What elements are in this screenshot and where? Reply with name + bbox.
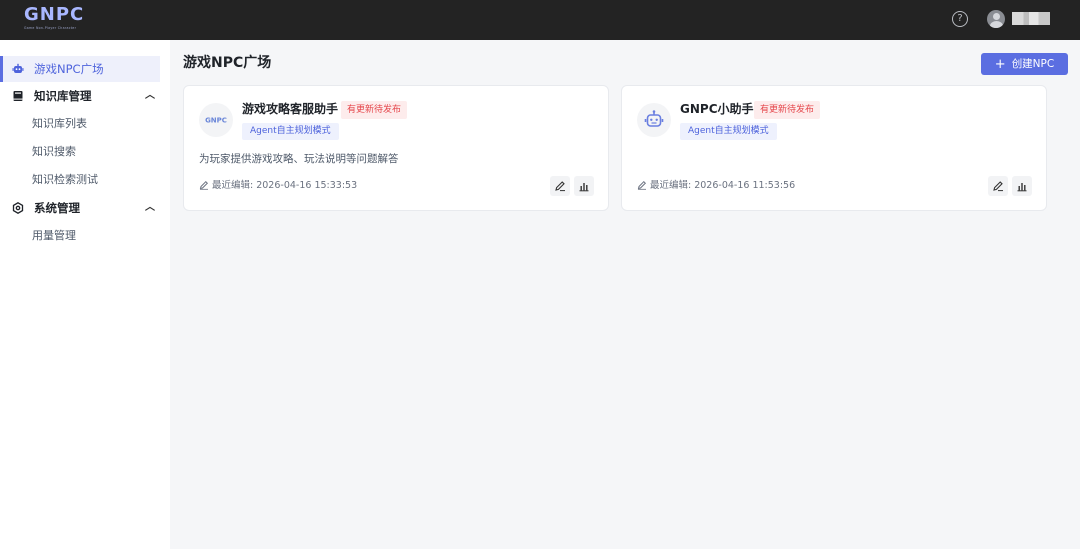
stats-button[interactable]: [574, 176, 594, 196]
sidebar: 游戏NPC广场 知识库管理 ︿ 知识库列表 知识搜索 知识检索测试 系统管理 ︿…: [0, 40, 170, 549]
sidebar-subitem-kb-retrieval-test[interactable]: 知识检索测试: [32, 170, 98, 190]
create-npc-label: 创建NPC: [1011, 58, 1055, 70]
chevron-up-icon[interactable]: ︿: [145, 85, 155, 107]
npc-name[interactable]: 游戏攻略客服助手: [242, 101, 338, 117]
edit-button[interactable]: [550, 176, 570, 196]
stats-button[interactable]: [1012, 176, 1032, 196]
svg-text:GNPC: GNPC: [205, 117, 227, 125]
bar-chart-icon: [1017, 183, 1027, 192]
edit-icon: [555, 181, 565, 192]
sidebar-subitem-usage-management[interactable]: 用量管理: [32, 226, 76, 246]
edit-icon: [993, 181, 1003, 192]
edit-pencil-icon: [199, 180, 209, 190]
sidebar-item-knowledge-base[interactable]: 知识库管理 ︿: [0, 85, 170, 107]
edit-pencil-icon: [637, 180, 647, 190]
page-title: 游戏NPC广场: [183, 55, 272, 71]
mode-badge: Agent自主规划模式: [242, 123, 339, 140]
npc-description: 为玩家提供游戏攻略、玩法说明等问题解答: [199, 153, 399, 165]
robot-avatar-icon: [644, 110, 664, 127]
chevron-up-icon[interactable]: ︿: [145, 197, 155, 219]
top-bar: GNPC Game Non-Player Character ?: [0, 0, 1080, 40]
bar-chart-icon: [579, 183, 589, 192]
npc-card[interactable]: GNPC小助手 有更新待发布 Agent自主规划模式 最近编辑: 2026-04…: [621, 85, 1047, 211]
npc-avatar-robot: [637, 103, 671, 137]
sidebar-item-label: 系统管理: [34, 201, 80, 215]
username-redacted[interactable]: [1012, 12, 1050, 25]
edit-button[interactable]: [988, 176, 1008, 196]
status-badge: 有更新待发布: [341, 101, 408, 119]
create-npc-button[interactable]: + 创建NPC: [981, 53, 1068, 75]
book-icon: [13, 91, 23, 101]
npc-name[interactable]: GNPC小助手: [680, 101, 754, 117]
settings-icon: [12, 202, 24, 214]
sidebar-item-system-management[interactable]: 系统管理 ︿: [0, 197, 170, 219]
gnpc-logo[interactable]: GNPC Game Non-Player Character: [24, 5, 100, 31]
npc-card[interactable]: GNPC 游戏攻略客服助手 有更新待发布 Agent自主规划模式 为玩家提供游戏…: [183, 85, 609, 211]
last-edited-text: 最近编辑: 2026-04-16 15:33:53: [212, 180, 358, 191]
status-badge: 有更新待发布: [754, 101, 821, 119]
last-edited-text: 最近编辑: 2026-04-16 11:53:56: [650, 180, 796, 191]
logo-text: GNPC: [24, 4, 85, 25]
sidebar-subitem-kb-search[interactable]: 知识搜索: [32, 142, 76, 162]
logo-subtext: Game Non-Player Character: [24, 26, 77, 30]
sidebar-item-label: 游戏NPC广场: [34, 62, 104, 76]
sidebar-item-label: 知识库管理: [34, 89, 92, 103]
sidebar-subitem-kb-list[interactable]: 知识库列表: [32, 114, 87, 134]
npc-avatar-gnpc-logo: GNPC: [199, 103, 233, 137]
plus-icon: +: [994, 57, 1006, 72]
robot-icon: [12, 63, 24, 73]
last-edited: 最近编辑: 2026-04-16 11:53:56: [637, 178, 795, 194]
last-edited: 最近编辑: 2026-04-16 15:33:53: [199, 178, 357, 194]
sidebar-item-npc-square[interactable]: 游戏NPC广场: [0, 58, 170, 80]
user-avatar-icon[interactable]: [987, 10, 1005, 28]
question-circle-icon[interactable]: ?: [952, 11, 968, 27]
mode-badge: Agent自主规划模式: [680, 123, 777, 140]
gnpc-mini-logo-icon: GNPC: [205, 117, 227, 125]
